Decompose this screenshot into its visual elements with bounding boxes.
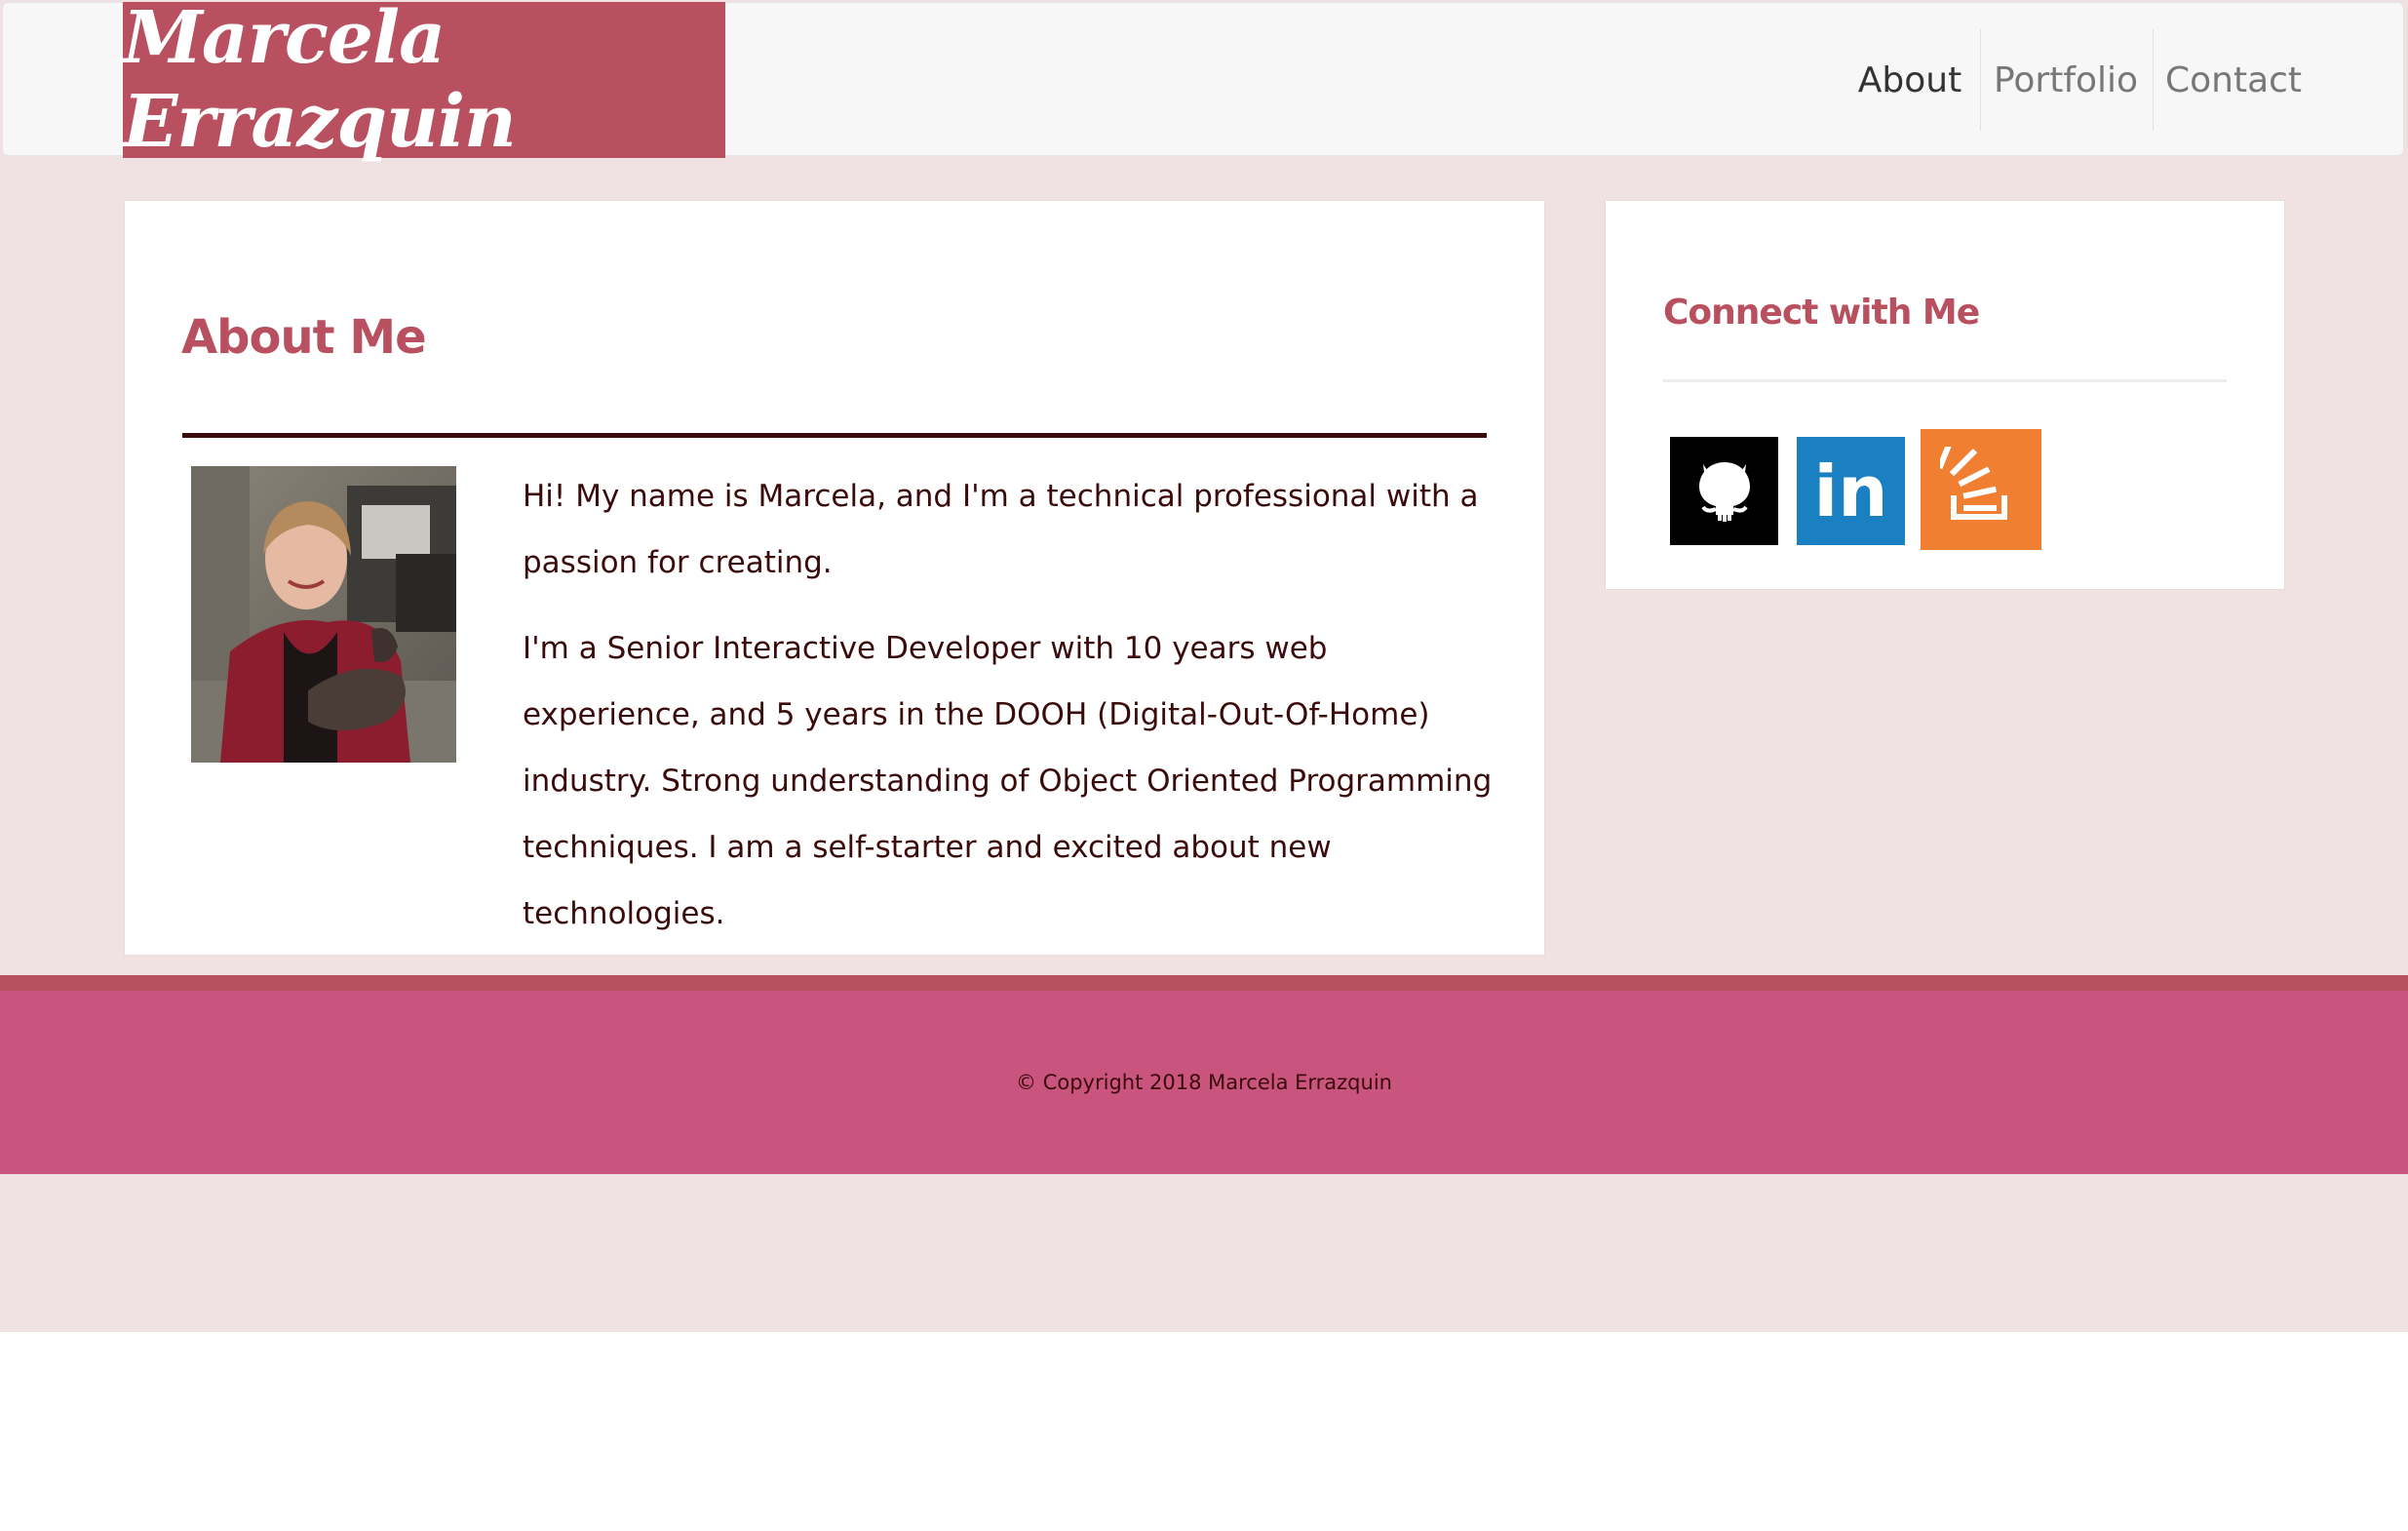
- brand-logo[interactable]: Marcela Errazquin: [123, 0, 725, 164]
- page-title: About Me: [181, 310, 427, 365]
- copyright-text: © Copyright 2018 Marcela Errazquin: [1016, 1071, 1392, 1094]
- profile-photo: [191, 466, 456, 763]
- experience-paragraph: I'm a Senior Interactive Developer with …: [523, 631, 1493, 931]
- nav-contact[interactable]: Contact: [2165, 29, 2302, 131]
- nav-divider: [2153, 29, 2154, 131]
- intro-paragraph: Hi! My name is Marcela, and I'm a techni…: [523, 479, 1479, 580]
- connect-divider: [1663, 379, 2227, 382]
- connect-title: Connect with Me: [1663, 293, 1980, 333]
- nav-portfolio[interactable]: Portfolio: [1994, 29, 2138, 131]
- github-link[interactable]: [1670, 437, 1778, 545]
- footer-border: [0, 975, 2408, 991]
- nav-about[interactable]: About: [1852, 29, 1967, 131]
- linkedin-link[interactable]: in: [1797, 437, 1905, 545]
- linkedin-icon: in: [1813, 450, 1888, 532]
- github-icon: [1689, 454, 1760, 529]
- footer: © Copyright 2018 Marcela Errazquin: [0, 991, 2408, 1174]
- intro-text: Hi! My name is Marcela, and I'm a techni…: [523, 463, 1497, 966]
- nav-divider: [1980, 29, 1981, 131]
- stackoverflow-link[interactable]: [1921, 429, 2041, 550]
- title-divider: [182, 433, 1487, 438]
- stackoverflow-icon: [1936, 436, 2022, 532]
